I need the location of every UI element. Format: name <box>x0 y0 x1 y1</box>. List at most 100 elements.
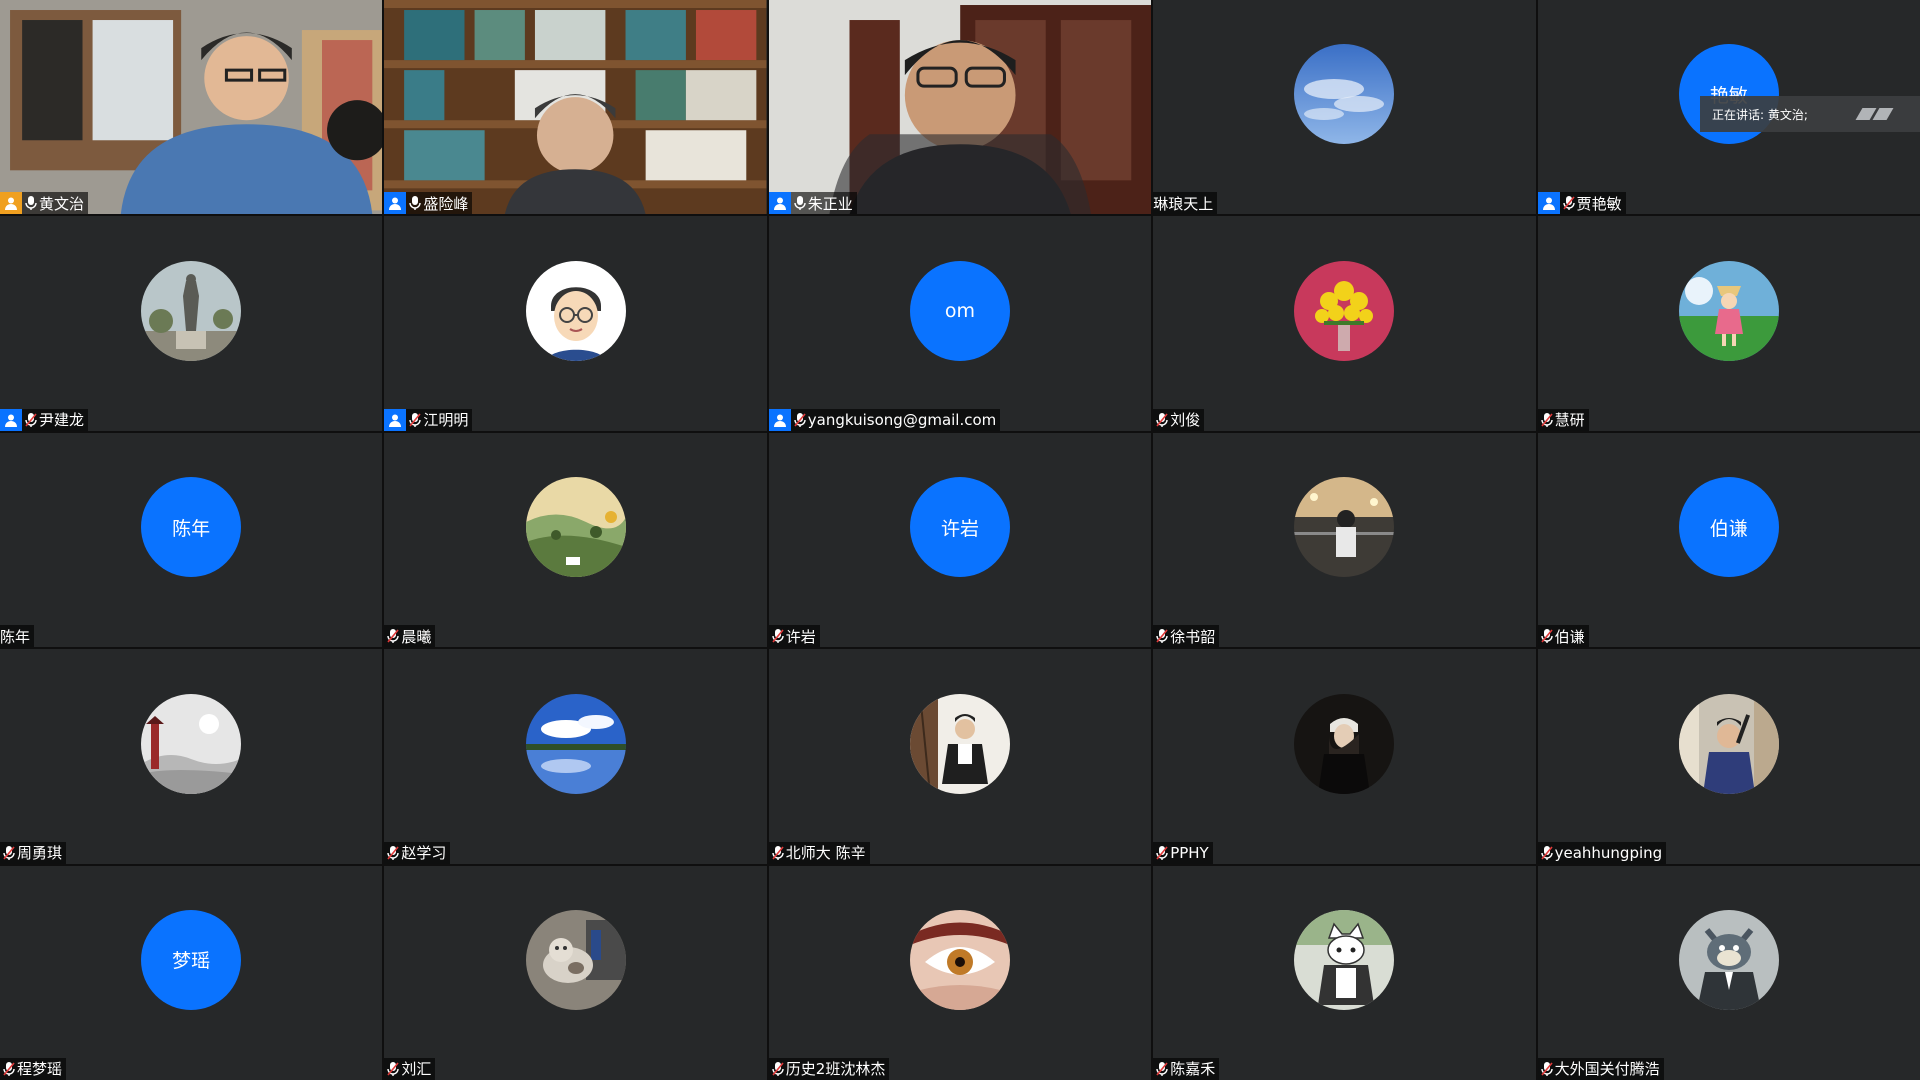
participant-name: yangkuisong@gmail.com <box>807 410 997 429</box>
user-icon <box>1537 192 1560 215</box>
microphone-muted-icon <box>386 628 400 644</box>
participant-name-label: 黄文治 <box>0 192 89 215</box>
participant-name: 盛险峰 <box>423 194 469 213</box>
microphone-muted-icon <box>1155 628 1169 644</box>
avatar: 伯谦 <box>1678 477 1779 578</box>
participant-tile[interactable]: 梦瑶 程梦瑶 <box>0 865 383 1080</box>
participant-name-label: 贾艳敏 <box>1537 192 1626 215</box>
participant-name: 江明明 <box>423 411 469 430</box>
participant-name-label: 刘汇 <box>384 1057 436 1080</box>
participant-tile[interactable]: 历史2班沈林杰 <box>768 865 1152 1080</box>
microphone-muted-icon <box>408 412 422 428</box>
participant-tile[interactable]: 盛险峰 <box>384 0 767 215</box>
participant-name: 慧研 <box>1554 411 1585 430</box>
participant-name: 赵学习 <box>401 844 447 863</box>
avatar <box>1678 693 1779 794</box>
microphone-muted-icon <box>386 845 400 861</box>
participant-tile[interactable]: 周勇琪 <box>0 649 383 864</box>
participant-tile[interactable]: PPHY <box>1153 649 1536 864</box>
participant-tile[interactable]: 徐书韶 <box>1153 432 1536 648</box>
microphone-muted-icon <box>1155 412 1169 428</box>
participant-name: PPHY <box>1170 843 1209 862</box>
avatar: 梦瑶 <box>141 909 242 1010</box>
participant-name-label: 刘俊 <box>1153 408 1205 431</box>
participant-name-label: 陈年 <box>0 625 35 648</box>
participant-name-label: 江明明 <box>384 408 473 431</box>
user-icon <box>0 408 22 431</box>
microphone-muted-icon <box>2 845 16 861</box>
microphone-muted-icon <box>1540 628 1554 644</box>
participant-tile[interactable]: 北师大 陈辛 <box>768 649 1152 864</box>
avatar <box>1678 260 1779 361</box>
participant-name-label: 晨曦 <box>384 625 436 648</box>
avatar: om <box>909 260 1010 361</box>
participant-name: 琳琅天上 <box>1153 194 1214 213</box>
video-feed <box>768 0 1152 215</box>
microphone-muted-icon <box>24 412 38 428</box>
microphone-muted-icon <box>2 1061 16 1077</box>
avatar <box>909 693 1010 794</box>
participant-name: 刘俊 <box>1170 411 1201 430</box>
participant-tile[interactable]: 尹建龙 <box>0 216 383 431</box>
user-icon <box>0 192 22 215</box>
microphone-icon <box>793 195 807 211</box>
avatar <box>525 477 626 578</box>
avatar <box>1678 909 1779 1010</box>
microphone-muted-icon <box>1540 845 1554 861</box>
participant-tile[interactable]: 大外国关付腾浩 <box>1537 865 1920 1080</box>
participant-name: 徐书韶 <box>1170 627 1216 646</box>
microphone-muted-icon <box>793 412 807 428</box>
participant-tile[interactable]: yeahhungping <box>1537 649 1920 864</box>
participant-name-label: 历史2班沈林杰 <box>768 1057 890 1080</box>
avatar <box>909 909 1010 1010</box>
participant-name-label: 赵学习 <box>384 841 451 864</box>
participant-tile[interactable]: 刘俊 <box>1153 216 1536 431</box>
microphone-muted-icon <box>771 845 785 861</box>
avatar <box>141 260 242 361</box>
user-icon <box>384 408 407 431</box>
participant-tile[interactable]: 伯谦 伯谦 <box>1537 432 1920 648</box>
participant-name: 晨曦 <box>401 627 432 646</box>
speaking-text: 正在讲话: 黄文治; <box>1712 107 1808 122</box>
video-feed <box>384 0 767 215</box>
participant-name: 贾艳敏 <box>1576 194 1622 213</box>
participant-tile[interactable]: 晨曦 <box>384 432 767 648</box>
avatar <box>1294 909 1395 1010</box>
participant-tile[interactable]: 黄文治 <box>0 0 383 215</box>
participant-name: 尹建龙 <box>39 411 85 430</box>
participant-tile[interactable]: 许岩 许岩 <box>768 432 1152 648</box>
participant-tile[interactable]: 陈嘉禾 <box>1153 865 1536 1080</box>
avatar-initials: 伯谦 <box>1709 517 1748 540</box>
gallery-grid: 黄文治盛险峰朱正业琳琅天上艳敏贾艳敏尹建龙江明明omyangkuisong@gm… <box>0 0 1920 1080</box>
participant-name-label: yeahhungping <box>1537 841 1667 864</box>
microphone-muted-icon <box>1540 1061 1554 1077</box>
user-icon <box>768 192 791 215</box>
participant-tile[interactable]: 赵学习 <box>384 649 767 864</box>
participant-name: 大外国关付腾浩 <box>1554 1060 1660 1079</box>
participant-name: 许岩 <box>785 627 816 646</box>
participant-tile[interactable]: 陈年 陈年 <box>0 432 383 648</box>
participant-name: yeahhungping <box>1554 843 1663 862</box>
participant-name: 刘汇 <box>401 1060 432 1079</box>
participant-tile[interactable]: 琳琅天上 <box>1153 0 1536 215</box>
microphone-muted-icon <box>771 628 785 644</box>
participant-tile[interactable]: 刘汇 <box>384 865 767 1080</box>
avatar <box>525 260 626 361</box>
participant-tile[interactable]: 江明明 <box>384 216 767 431</box>
audio-level-icon <box>1855 108 1894 120</box>
participant-name-label: 尹建龙 <box>0 408 89 431</box>
microphone-icon <box>24 195 38 211</box>
participant-name: 北师大 陈辛 <box>785 844 866 863</box>
participant-tile[interactable]: 慧研 <box>1537 216 1920 431</box>
avatar: 许岩 <box>909 477 1010 578</box>
participant-name-label: 陈嘉禾 <box>1153 1057 1220 1080</box>
avatar <box>525 693 626 794</box>
video-feed <box>0 0 383 215</box>
participant-name: 伯谦 <box>1554 627 1585 646</box>
participant-name-label: 许岩 <box>768 625 820 648</box>
participant-tile[interactable]: om yangkuisong@gmail.com <box>768 216 1152 431</box>
participant-name: 黄文治 <box>39 194 85 213</box>
participant-name-label: 大外国关付腾浩 <box>1537 1057 1664 1080</box>
participant-tile[interactable]: 朱正业 <box>768 0 1152 215</box>
participant-name-label: 朱正业 <box>768 192 857 215</box>
